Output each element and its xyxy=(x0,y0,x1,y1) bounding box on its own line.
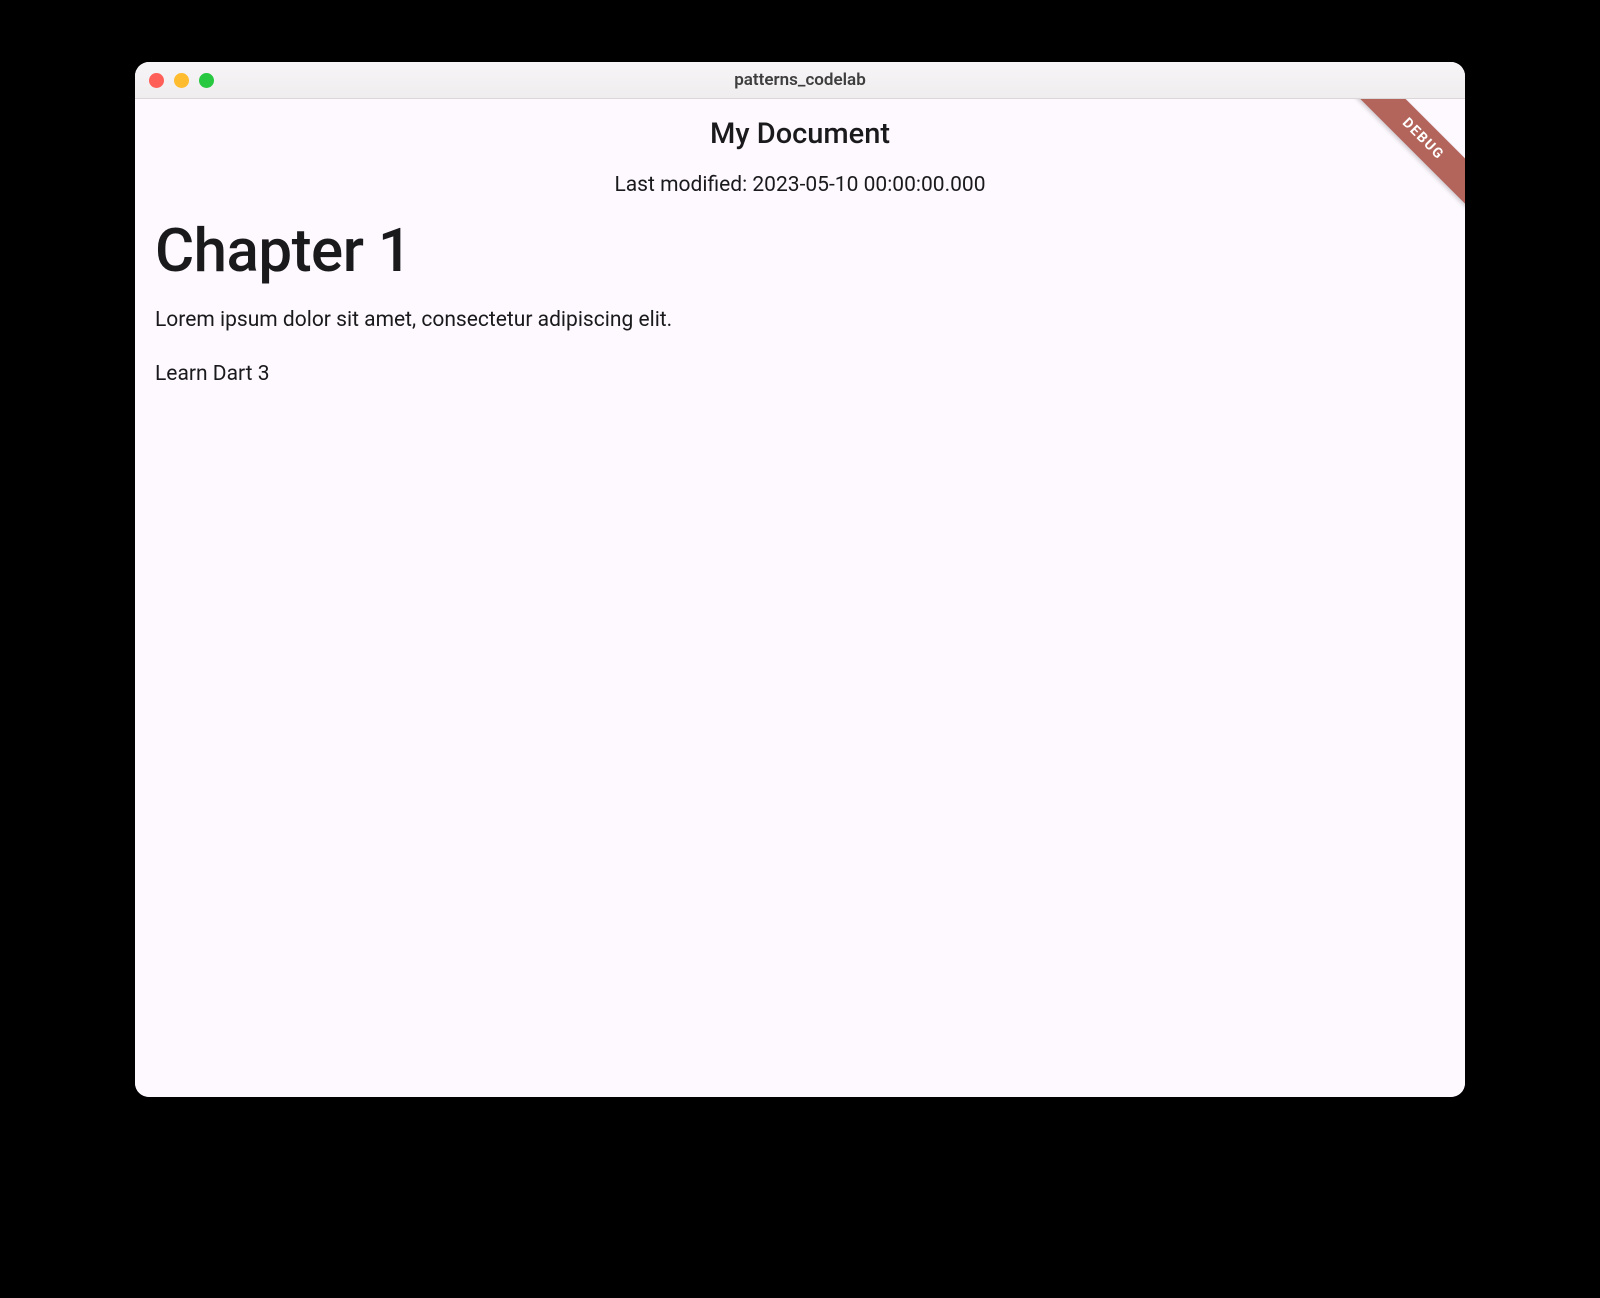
window-title: patterns_codelab xyxy=(135,70,1465,90)
document-body: Chapter 1 Lorem ipsum dolor sit amet, co… xyxy=(135,197,1465,386)
maximize-window-button[interactable] xyxy=(199,73,214,88)
document-title: My Document xyxy=(135,117,1465,151)
last-modified-text: Last modified: 2023-05-10 00:00:00.000 xyxy=(135,173,1465,197)
app-content: My Document Last modified: 2023-05-10 00… xyxy=(135,99,1465,1097)
window-controls xyxy=(149,73,214,88)
app-bar: My Document Last modified: 2023-05-10 00… xyxy=(135,99,1465,197)
minimize-window-button[interactable] xyxy=(174,73,189,88)
paragraph-text: Lorem ipsum dolor sit amet, consectetur … xyxy=(155,308,1445,332)
checkbox-item-text: Learn Dart 3 xyxy=(155,362,1445,386)
chapter-heading: Chapter 1 xyxy=(155,215,1445,286)
window-titlebar[interactable]: patterns_codelab xyxy=(135,62,1465,99)
close-window-button[interactable] xyxy=(149,73,164,88)
application-window: patterns_codelab My Document Last modifi… xyxy=(135,62,1465,1097)
